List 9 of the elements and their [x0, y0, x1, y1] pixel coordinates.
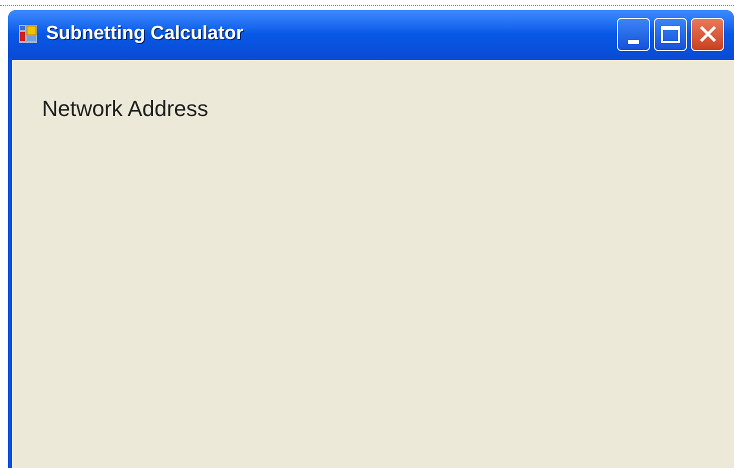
close-button[interactable]	[691, 18, 724, 50]
maximize-button[interactable]	[654, 18, 687, 50]
window-title: Subnetting Calculator	[46, 22, 244, 46]
app-icon	[18, 24, 38, 44]
close-icon	[698, 25, 716, 43]
network-address-label: Network Address	[42, 96, 208, 121]
minimize-button[interactable]	[617, 18, 650, 50]
maximize-icon	[661, 26, 680, 42]
minimize-icon	[628, 40, 639, 44]
